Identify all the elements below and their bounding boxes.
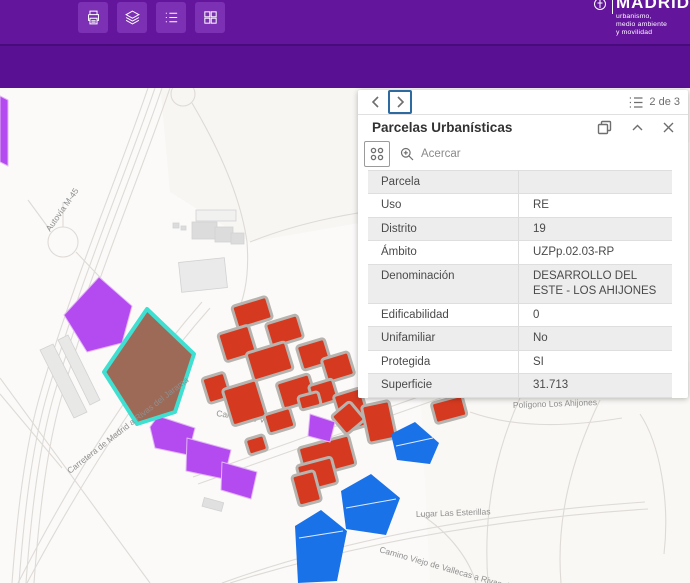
collapse-button[interactable] xyxy=(632,124,643,131)
next-feature-button[interactable] xyxy=(388,90,412,114)
popup-title-bar: Parcelas Urbanísticas xyxy=(358,115,688,141)
previous-feature-button[interactable] xyxy=(366,91,384,113)
chevron-up-icon xyxy=(632,124,643,131)
popup-title: Parcelas Urbanísticas xyxy=(372,120,577,135)
close-icon xyxy=(663,122,674,133)
app-window: Camino de Vallecas xyxy=(0,0,690,583)
zoom-to-button[interactable]: Acercar xyxy=(400,147,461,161)
table-row: Ámbito UZPp.02.03-RP xyxy=(368,241,672,265)
table-row: Denominación DESARROLLO DEL ESTE - LOS A… xyxy=(368,265,672,304)
four-dots-icon xyxy=(370,147,384,161)
printer-icon xyxy=(85,9,102,26)
table-row: Edificabilidad 0 xyxy=(368,304,672,328)
madrid-logo: MADRID urbanismo, medio ambiente y movil… xyxy=(565,0,690,44)
popup-pager-bar: 2 de 3 xyxy=(358,90,688,115)
zoom-to-label: Acercar xyxy=(421,148,461,160)
dock-button[interactable] xyxy=(597,120,612,135)
legend-button[interactable] xyxy=(156,2,186,33)
layers-button[interactable] xyxy=(117,2,147,33)
madrid-emblem-icon xyxy=(593,0,607,12)
parcel-popup-panel: 2 de 3 Parcelas Urbanísticas xyxy=(358,90,688,398)
apps-grid-button[interactable] xyxy=(195,2,225,33)
popup-action-bar: Acercar xyxy=(358,141,688,168)
logo-divider xyxy=(612,0,613,14)
parcel-red[interactable] xyxy=(361,401,396,444)
legend-icon xyxy=(163,9,180,26)
feature-count-text: 2 de 3 xyxy=(649,96,680,108)
table-row: Distrito 19 xyxy=(368,218,672,242)
table-row: Protegida SI xyxy=(368,351,672,375)
feature-list-icon[interactable] xyxy=(629,96,643,109)
logo-subtitle: urbanismo, medio ambiente y movilidad xyxy=(616,13,667,37)
table-row: Superficie 31.713 xyxy=(368,374,672,398)
parcel-purple[interactable] xyxy=(0,96,8,166)
layers-icon xyxy=(124,9,141,26)
print-button[interactable] xyxy=(78,2,108,33)
secondary-header-band xyxy=(0,44,690,88)
logo-title: MADRID xyxy=(616,0,690,13)
actions-menu-button[interactable] xyxy=(364,141,390,167)
close-button[interactable] xyxy=(663,122,674,133)
parcel-red[interactable] xyxy=(245,434,268,455)
zoom-in-icon xyxy=(400,147,414,161)
dock-icon xyxy=(597,120,612,135)
apps-grid-icon xyxy=(202,9,219,26)
attributes-table: Parcela Uso RE Distrito 19 Ámbito UZPp.0… xyxy=(368,170,672,398)
table-row: Parcela xyxy=(368,171,672,195)
top-toolbar: MADRID urbanismo, medio ambiente y movil… xyxy=(0,0,690,44)
chevron-left-icon xyxy=(371,96,380,108)
chevron-right-icon xyxy=(396,96,405,108)
table-row: Uso RE xyxy=(368,194,672,218)
table-row: Unifamiliar No xyxy=(368,327,672,351)
